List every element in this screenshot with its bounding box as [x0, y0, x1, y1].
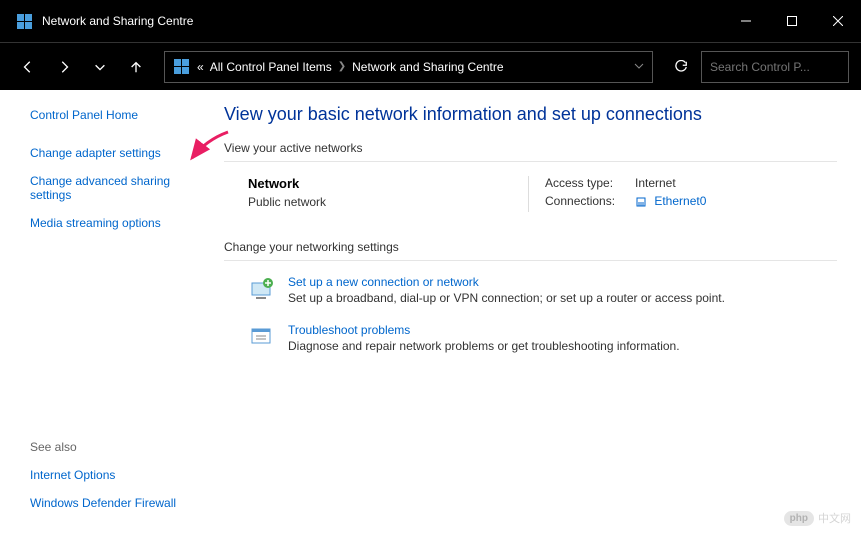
- ethernet-icon: [635, 196, 647, 208]
- minimize-icon: [741, 16, 751, 26]
- forward-button[interactable]: [48, 51, 80, 83]
- app-icon: [16, 13, 32, 29]
- forward-arrow-icon: [57, 60, 71, 74]
- settings-item-troubleshoot: Troubleshoot problems Diagnose and repai…: [248, 323, 837, 353]
- back-arrow-icon: [21, 60, 35, 74]
- address-bar[interactable]: « All Control Panel Items ❯ Network and …: [164, 51, 653, 83]
- watermark-logo: php: [784, 511, 814, 526]
- close-button[interactable]: [815, 0, 861, 42]
- breadcrumb-separator-icon: ❯: [338, 61, 346, 72]
- maximize-icon: [787, 16, 797, 26]
- close-icon: [833, 16, 843, 26]
- sidebar-link-defender-firewall[interactable]: Windows Defender Firewall: [30, 496, 198, 510]
- setup-connection-desc: Set up a broadband, dial-up or VPN conne…: [288, 291, 725, 305]
- content-area: Control Panel Home Change adapter settin…: [0, 90, 861, 536]
- chevron-down-icon: [634, 61, 644, 71]
- chevron-down-icon: [93, 60, 107, 74]
- minimize-button[interactable]: [723, 0, 769, 42]
- sidebar-link-media-streaming[interactable]: Media streaming options: [30, 216, 198, 230]
- search-input[interactable]: [710, 60, 861, 74]
- sidebar-link-advanced-sharing[interactable]: Change advanced sharing settings: [30, 174, 198, 202]
- address-dropdown-button[interactable]: [634, 58, 644, 76]
- settings-header: Change your networking settings: [224, 240, 837, 261]
- up-arrow-icon: [129, 60, 143, 74]
- breadcrumb-item[interactable]: Network and Sharing Centre: [352, 60, 503, 74]
- recent-button[interactable]: [84, 51, 116, 83]
- breadcrumb: « All Control Panel Items ❯ Network and …: [197, 60, 626, 74]
- back-button[interactable]: [12, 51, 44, 83]
- search-box[interactable]: [701, 51, 849, 83]
- settings-item-setup-connection: Set up a new connection or network Set u…: [248, 275, 837, 305]
- watermark-text: 中文网: [818, 510, 851, 526]
- network-name: Network: [248, 176, 528, 191]
- breadcrumb-prefix: «: [197, 60, 204, 74]
- active-networks-header: View your active networks: [224, 141, 837, 162]
- sidebar-link-internet-options[interactable]: Internet Options: [30, 468, 198, 482]
- navigation-bar: « All Control Panel Items ❯ Network and …: [0, 42, 861, 90]
- page-title: View your basic network information and …: [224, 104, 837, 125]
- network-type: Public network: [248, 195, 528, 209]
- access-type-value: Internet: [635, 176, 676, 190]
- refresh-icon: [674, 60, 688, 74]
- network-identity: Network Public network: [248, 176, 528, 212]
- control-panel-icon: [173, 59, 189, 75]
- settings-list: Set up a new connection or network Set u…: [224, 275, 837, 353]
- window-controls: [723, 0, 861, 42]
- troubleshoot-icon: [248, 323, 276, 351]
- refresh-button[interactable]: [665, 51, 697, 83]
- connections-label: Connections:: [545, 194, 635, 208]
- setup-connection-link[interactable]: Set up a new connection or network: [288, 275, 725, 289]
- see-also-label: See also: [30, 440, 198, 454]
- troubleshoot-desc: Diagnose and repair network problems or …: [288, 339, 680, 353]
- window-title: Network and Sharing Centre: [42, 14, 723, 28]
- sidebar: Control Panel Home Change adapter settin…: [0, 90, 210, 536]
- up-button[interactable]: [120, 51, 152, 83]
- title-bar: Network and Sharing Centre: [0, 0, 861, 42]
- troubleshoot-link[interactable]: Troubleshoot problems: [288, 323, 680, 337]
- connection-link[interactable]: Ethernet0: [654, 194, 706, 208]
- network-details: Access type: Internet Connections: Ether…: [528, 176, 706, 212]
- network-info-block: Network Public network Access type: Inte…: [224, 176, 837, 212]
- access-type-label: Access type:: [545, 176, 635, 190]
- setup-connection-icon: [248, 275, 276, 303]
- main-panel: View your basic network information and …: [210, 90, 861, 536]
- breadcrumb-item[interactable]: All Control Panel Items: [210, 60, 332, 74]
- maximize-button[interactable]: [769, 0, 815, 42]
- sidebar-link-adapter-settings[interactable]: Change adapter settings: [30, 146, 198, 160]
- sidebar-home-link[interactable]: Control Panel Home: [30, 108, 198, 122]
- watermark: php 中文网: [784, 510, 851, 526]
